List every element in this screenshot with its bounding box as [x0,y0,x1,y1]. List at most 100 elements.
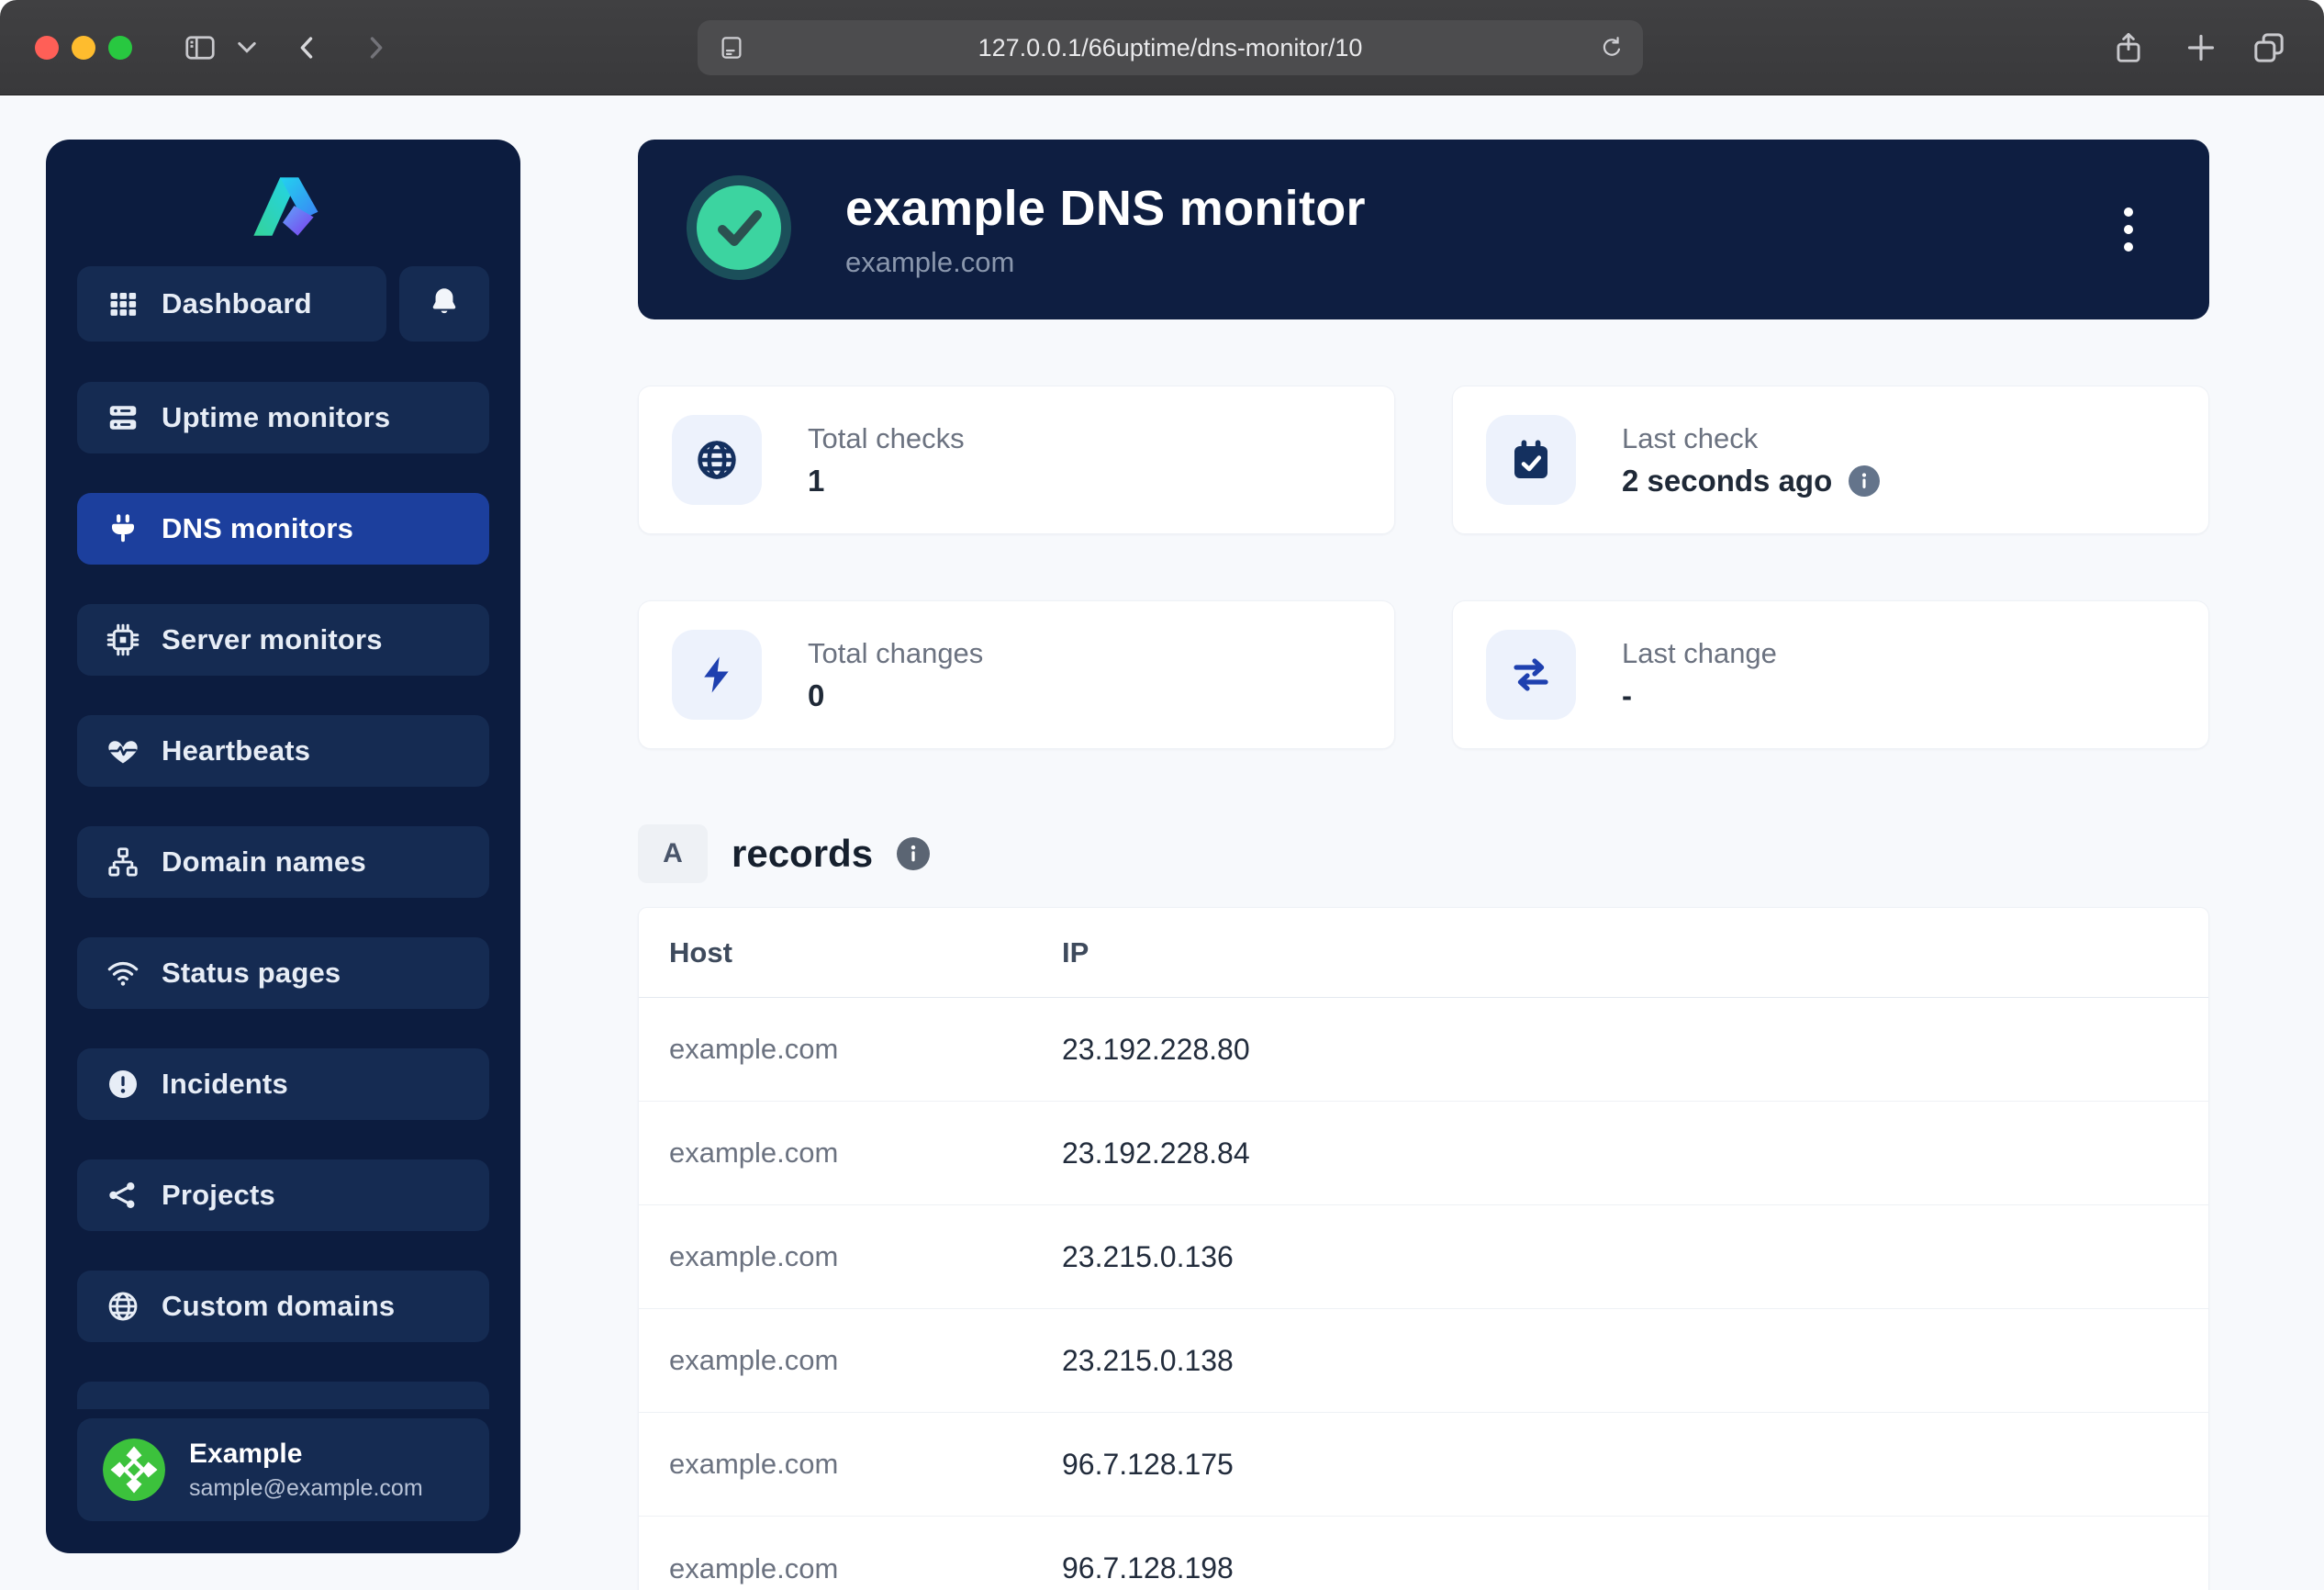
sitemap-icon [105,845,141,879]
stat-value: 2 seconds ago [1622,464,1832,498]
minimize-window-button[interactable] [72,36,95,60]
main-content: example DNS monitor example.com Tot [638,140,2209,1590]
tab-overview-icon[interactable] [2251,29,2287,66]
sidebar-item-label: Projects [162,1179,275,1212]
table-row: example.com 23.215.0.138 [639,1309,2208,1413]
records-heading: A records [638,824,2209,883]
sidebar: Dashboard Uptime mon [46,140,520,1553]
window-controls [35,36,132,60]
table-row: example.com 23.192.228.80 [639,998,2208,1102]
sidebar-item-label: DNS monitors [162,512,353,545]
ip-cell: 96.7.128.198 [1062,1551,1234,1585]
kebab-menu-button[interactable] [2108,197,2149,262]
sidebar-item-label: Server monitors [162,623,383,656]
new-tab-icon[interactable] [2183,29,2219,66]
stat-label: Total checks [808,422,965,455]
notifications-button[interactable] [399,266,489,342]
plug-icon [105,512,141,545]
share-icon[interactable] [2111,28,2146,68]
back-button[interactable] [292,30,323,65]
close-window-button[interactable] [35,36,59,60]
sidebar-item-uptime-monitors[interactable]: Uptime monitors [77,382,489,453]
user-name: Example [189,1439,423,1470]
table-row: example.com 96.7.128.175 [639,1413,2208,1517]
info-icon[interactable] [1849,465,1880,497]
table-row: example.com 23.215.0.136 [639,1205,2208,1309]
stat-value: - [1622,678,1632,713]
record-type-badge: A [638,824,708,883]
sidebar-item-label: Dashboard [162,287,312,320]
globe-icon [105,1290,141,1323]
column-header-ip: IP [1062,936,1089,969]
sidebar-item-domain-names[interactable]: Domain names [77,826,489,898]
stat-label: Last change [1622,637,1777,670]
ip-cell: 23.215.0.138 [1062,1344,1234,1378]
globe-icon [672,415,762,505]
page-background: Dashboard Uptime mon [0,96,2324,1590]
page-title: example DNS monitor [845,180,1366,237]
grid-icon [105,287,141,320]
sidebar-item-status-pages[interactable]: Status pages [77,937,489,1009]
sidebar-item-dashboard[interactable]: Dashboard [77,266,386,342]
chevron-down-icon[interactable] [237,40,257,55]
sidebar-item-heartbeats[interactable]: Heartbeats [77,715,489,787]
user-email: sample@example.com [189,1475,423,1502]
ip-cell: 96.7.128.175 [1062,1448,1234,1482]
forward-button[interactable] [360,30,391,65]
heart-pulse-icon [105,734,141,767]
sidebar-toggle-icon[interactable] [182,31,218,64]
sidebar-item-label: Heartbeats [162,734,310,767]
wifi-icon [105,957,141,990]
sidebar-item-label: Domain names [162,845,366,879]
app-logo [77,163,489,252]
stat-card-last-change: Last change - [1452,600,2209,749]
sidebar-item-label: Custom domains [162,1290,395,1323]
bell-icon [428,285,461,324]
alert-circle-icon [105,1068,141,1101]
sidebar-item-dns-monitors[interactable]: DNS monitors [77,493,489,565]
records-table: Host IP example.com 23.192.228.80 exampl… [638,907,2209,1590]
sidebar-item-label: Status pages [162,957,341,990]
sidebar-item-partial[interactable] [77,1382,489,1409]
zoom-window-button[interactable] [108,36,132,60]
status-up-icon [684,173,794,287]
ip-cell: 23.192.228.80 [1062,1033,1250,1067]
table-row: example.com 23.192.228.84 [639,1102,2208,1205]
url-text: 127.0.0.1/66uptime/dns-monitor/10 [698,34,1643,62]
info-icon[interactable] [897,837,930,870]
cpu-chip-icon [105,623,141,656]
calendar-check-icon [1486,415,1576,505]
sidebar-item-label: Uptime monitors [162,401,390,434]
stat-value: 1 [808,464,824,498]
ip-cell: 23.192.228.84 [1062,1137,1250,1170]
browser-toolbar: 127.0.0.1/66uptime/dns-monitor/10 [0,0,2324,95]
host-cell: example.com [669,1033,1062,1066]
sidebar-item-incidents[interactable]: Incidents [77,1048,489,1120]
host-cell: example.com [669,1344,1062,1377]
stat-label: Last check [1622,422,1880,455]
host-cell: example.com [669,1448,1062,1481]
host-cell: example.com [669,1137,1062,1170]
share-nodes-icon [105,1179,141,1212]
host-cell: example.com [669,1240,1062,1273]
user-menu[interactable]: Example sample@example.com [77,1418,489,1521]
column-header-host: Host [669,936,1062,969]
host-cell: example.com [669,1552,1062,1585]
monitor-header-card: example DNS monitor example.com [638,140,2209,319]
reload-icon[interactable] [1599,34,1625,66]
sidebar-item-server-monitors[interactable]: Server monitors [77,604,489,676]
stat-card-total-changes: Total changes 0 [638,600,1395,749]
stat-card-total-checks: Total checks 1 [638,386,1395,534]
stat-label: Total changes [808,637,983,670]
sidebar-item-custom-domains[interactable]: Custom domains [77,1271,489,1342]
stat-value: 0 [808,678,824,713]
table-header-row: Host IP [639,908,2208,998]
avatar [103,1439,165,1501]
address-bar[interactable]: 127.0.0.1/66uptime/dns-monitor/10 [698,20,1643,75]
table-row: example.com 96.7.128.198 [639,1517,2208,1590]
stats-grid: Total checks 1 Last check 2 seco [638,386,2209,749]
bolt-icon [672,630,762,720]
stat-card-last-check: Last check 2 seconds ago [1452,386,2209,534]
sidebar-item-projects[interactable]: Projects [77,1159,489,1231]
records-title: records [732,832,873,876]
